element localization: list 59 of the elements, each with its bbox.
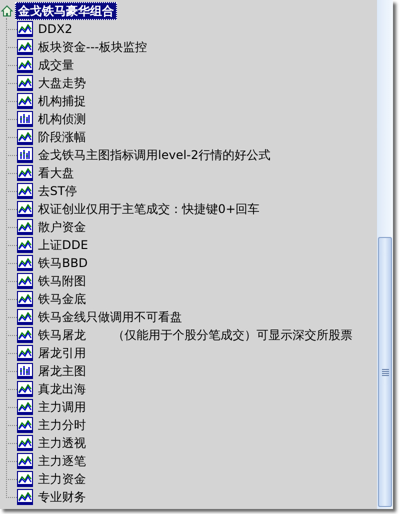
tree-item-label[interactable]: 机构侦测 xyxy=(37,112,87,126)
home-icon xyxy=(1,5,13,17)
tree-item-label[interactable]: 上证DDE xyxy=(37,238,90,252)
line-chart-icon xyxy=(17,39,33,55)
line-chart-icon xyxy=(17,309,33,325)
tree-item-label[interactable]: 主力调用 xyxy=(37,400,87,414)
line-chart-icon xyxy=(17,165,33,181)
tree-item-label[interactable]: 铁马BBD xyxy=(37,256,89,270)
tree-item-label[interactable]: 真龙出海 xyxy=(37,382,87,396)
tree-item-label[interactable]: 主力逐笔 xyxy=(37,454,87,468)
tree-item-label[interactable]: 屠龙引用 xyxy=(37,346,87,360)
line-chart-icon xyxy=(17,435,33,451)
tree-item-label[interactable]: 铁马金线只做调用不可看盘 xyxy=(37,310,183,324)
tree-item-label[interactable]: 铁马屠龙 （仅能用于个股分笔成交）可显示深交所股票 xyxy=(37,328,354,342)
line-chart-icon xyxy=(17,417,33,433)
line-chart-icon xyxy=(17,237,33,253)
tree-item-label[interactable]: DDX2 xyxy=(37,22,74,36)
tree-item-label[interactable]: 金戈铁马主图指标调用level-2行情的好公式 xyxy=(37,148,272,162)
line-chart-icon xyxy=(17,273,33,289)
line-chart-icon xyxy=(17,291,33,307)
line-chart-icon xyxy=(17,471,33,487)
line-chart-icon xyxy=(17,219,33,235)
line-chart-icon xyxy=(17,399,33,415)
tree-item-label[interactable]: 屠龙主图 xyxy=(37,364,87,378)
scrollbar-track[interactable] xyxy=(377,0,393,509)
tree-item-label[interactable]: 看大盘 xyxy=(37,166,75,180)
line-chart-icon xyxy=(17,57,33,73)
line-chart-icon xyxy=(17,93,33,109)
bar-chart-icon xyxy=(17,147,33,163)
scrollbar-thumb[interactable] xyxy=(378,237,392,507)
tree-item-label[interactable]: 机构捕捉 xyxy=(37,94,87,108)
tree-item-label[interactable]: 主力资金 xyxy=(37,472,87,486)
line-chart-icon xyxy=(17,381,33,397)
tree-item-label[interactable]: 去ST停 xyxy=(37,184,78,198)
tree-item-label[interactable]: 大盘走势 xyxy=(37,76,87,90)
bar-chart-icon xyxy=(17,363,33,379)
line-chart-icon xyxy=(17,345,33,361)
line-chart-icon xyxy=(17,21,33,37)
tree-root-label[interactable]: 金戈铁马豪华组合 xyxy=(15,2,117,20)
tree-item-label[interactable]: 主力透视 xyxy=(37,436,87,450)
line-chart-icon xyxy=(17,129,33,145)
line-chart-icon xyxy=(17,489,33,505)
tree-item-label[interactable]: 权证创业仅用于主笔成交：快捷键0+回车 xyxy=(37,202,261,216)
tree-item-label[interactable]: 散户资金 xyxy=(37,220,87,234)
line-chart-icon xyxy=(17,453,33,469)
tree-item-label[interactable]: 成交量 xyxy=(37,58,75,72)
line-chart-icon xyxy=(17,255,33,271)
tree-item-label[interactable]: 主力分时 xyxy=(37,418,87,432)
tree-item-label[interactable]: 铁马附图 xyxy=(37,274,87,288)
line-chart-icon xyxy=(17,183,33,199)
grip-icon xyxy=(382,368,388,376)
line-chart-icon xyxy=(17,75,33,91)
tree-item-label[interactable]: 铁马金底 xyxy=(37,292,87,306)
tree-item-label[interactable]: 阶段涨幅 xyxy=(37,130,87,144)
bar-chart-icon xyxy=(17,111,33,127)
line-chart-icon xyxy=(17,327,33,343)
line-chart-icon xyxy=(17,201,33,217)
tree-item-label[interactable]: 专业财务 xyxy=(37,490,87,504)
tree-item-label[interactable]: 板块资金---板块监控 xyxy=(37,40,148,54)
